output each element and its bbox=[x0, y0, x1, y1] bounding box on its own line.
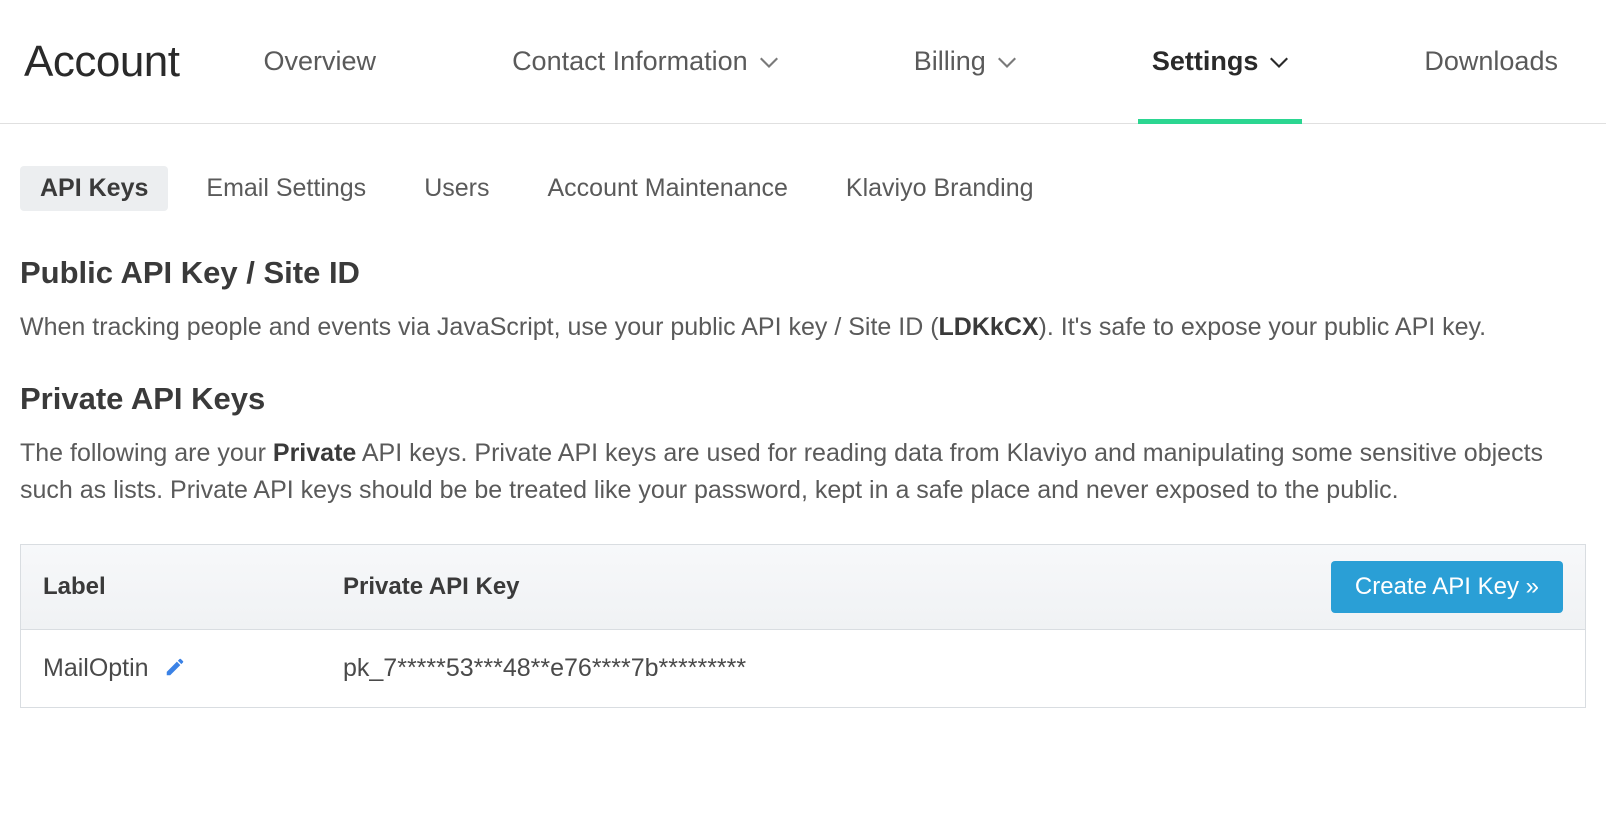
desc-bold: Private bbox=[273, 439, 356, 467]
nav-contact-information[interactable]: Contact Information bbox=[508, 0, 782, 123]
private-keys-table: Label Private API Key Create API Key » M… bbox=[20, 544, 1586, 708]
desc-text: ). It's safe to expose your public API k… bbox=[1039, 313, 1487, 341]
nav-label: Contact Information bbox=[512, 46, 748, 77]
private-keys-description: The following are your Private API keys.… bbox=[20, 435, 1586, 510]
tab-account-maintenance[interactable]: Account Maintenance bbox=[527, 166, 807, 211]
nav-billing[interactable]: Billing bbox=[910, 0, 1020, 123]
desc-text: When tracking people and events via Java… bbox=[20, 313, 939, 341]
column-header-label: Label bbox=[43, 573, 343, 601]
page-title: Account bbox=[24, 37, 179, 87]
table-header: Label Private API Key Create API Key » bbox=[21, 545, 1585, 630]
nav-label: Downloads bbox=[1424, 46, 1558, 77]
public-key-description: When tracking people and events via Java… bbox=[20, 309, 1586, 347]
nav-downloads[interactable]: Downloads bbox=[1420, 0, 1562, 123]
chevron-down-icon bbox=[998, 56, 1016, 68]
desc-text: The following are your bbox=[20, 439, 273, 467]
nav-settings[interactable]: Settings bbox=[1148, 0, 1293, 123]
primary-nav: Overview Contact Information Billing Set… bbox=[259, 0, 1582, 123]
nav-label: Settings bbox=[1152, 46, 1259, 77]
tab-email-settings[interactable]: Email Settings bbox=[186, 166, 386, 211]
table-row: MailOptin pk_7*****53***48**e76****7b***… bbox=[21, 630, 1585, 707]
tab-api-keys[interactable]: API Keys bbox=[20, 166, 168, 211]
column-header-key: Private API Key bbox=[343, 573, 1331, 601]
chevron-down-icon bbox=[760, 56, 778, 68]
key-value-cell: pk_7*****53***48**e76****7b********* bbox=[343, 654, 1563, 683]
site-id-value: LDKkCX bbox=[939, 313, 1039, 341]
key-label-cell: MailOptin bbox=[43, 654, 343, 683]
chevron-down-icon bbox=[1270, 56, 1288, 68]
pencil-icon[interactable] bbox=[164, 656, 186, 678]
nav-label: Billing bbox=[914, 46, 986, 77]
key-label: MailOptin bbox=[43, 654, 149, 682]
tab-klaviyo-branding[interactable]: Klaviyo Branding bbox=[826, 166, 1054, 211]
public-key-heading: Public API Key / Site ID bbox=[20, 255, 1586, 291]
create-api-key-button[interactable]: Create API Key » bbox=[1331, 561, 1563, 613]
nav-label: Overview bbox=[263, 46, 376, 77]
secondary-nav: API Keys Email Settings Users Account Ma… bbox=[0, 124, 1606, 243]
nav-overview[interactable]: Overview bbox=[259, 0, 380, 123]
private-keys-heading: Private API Keys bbox=[20, 381, 1586, 417]
tab-users[interactable]: Users bbox=[404, 166, 509, 211]
